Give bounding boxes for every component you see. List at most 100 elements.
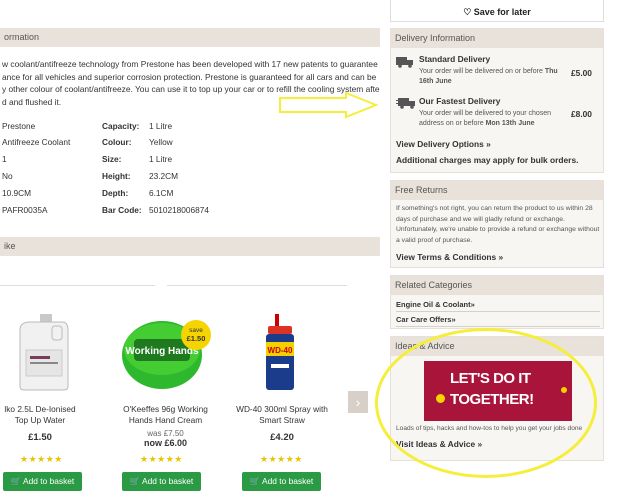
highlight-circle-annotation (375, 328, 597, 478)
spec-label: Colour: (102, 137, 132, 147)
save-badge-amount: £1.50 (187, 334, 206, 343)
fastest-delivery-desc-2: address on or before (419, 120, 484, 127)
returns-line: a valid proof of purchase. (396, 236, 473, 244)
product-rating: ★★★★★ (140, 454, 183, 464)
divider (396, 326, 600, 327)
spec-value: 10.9CM (2, 188, 32, 198)
carousel-divider (0, 285, 155, 286)
spec-row: No Height: 23.2CM (0, 167, 380, 183)
delivery-bar: Delivery Information (391, 29, 603, 48)
spec-label: Capacity: (102, 121, 140, 131)
returns-panel: Free Returns If something's not right, y… (390, 180, 604, 268)
save-for-later-button[interactable]: ♡ Save for later (390, 0, 604, 22)
spec-label: Size: (102, 154, 122, 164)
product-was-price: was £7.50 (147, 429, 184, 438)
description-line: w coolant/antifreeze technology from Pre… (2, 59, 378, 69)
spec-row: 10.9CM Depth: 6.1CM (0, 184, 380, 200)
spec-label: Bar Code: (102, 205, 142, 215)
product-image-working-hands[interactable]: Working Hands save £1.50 (120, 315, 212, 391)
heart-icon: ♡ (463, 7, 472, 17)
product-rating: ★★★★★ (20, 454, 63, 464)
can-label-text: WD-40 (268, 346, 293, 355)
product-now-price: now £6.00 (143, 438, 188, 448)
save-for-later-label: Save for later (473, 7, 531, 17)
returns-bar: Free Returns (391, 181, 603, 200)
product-image-water[interactable] (12, 312, 72, 392)
spec-row: PAFR0035A Bar Code: 5010218006874 (0, 201, 380, 217)
fastest-delivery-desc-1: Your order will be delivered to your cho… (419, 110, 552, 117)
product-name[interactable]: O'Keeffes 96g Working Hands Hand Cream (118, 404, 213, 426)
spec-row: 1 Size: 1 Litre (0, 150, 380, 166)
spec-value: 1 Litre (149, 121, 173, 131)
spec-value: PAFR0035A (2, 205, 48, 215)
product-information-title: ormation (4, 32, 40, 42)
product-name[interactable]: lko 2.5L De-Ionised Top Up Water (0, 404, 80, 426)
standard-delivery-desc: Your order will be delivered on or befor… (419, 68, 543, 75)
returns-line: Unfortunately, we're unable to provide a… (396, 226, 600, 233)
add-to-basket-button[interactable]: 🛒 Add to basket (3, 472, 82, 491)
standard-delivery-date: 16th June (419, 78, 452, 85)
description-line: ance for all vehicles and superior corro… (2, 71, 377, 82)
basket-icon: 🛒 (129, 476, 141, 486)
delivery-title: Delivery Information (395, 33, 476, 43)
product-price: £1.50 (28, 432, 52, 443)
truck-icon (396, 57, 413, 68)
carousel-divider (167, 285, 347, 286)
spec-row: Antifreeze Coolant Colour: Yellow (0, 133, 380, 149)
spec-value: 6.1CM (149, 188, 174, 198)
add-to-basket-button[interactable]: 🛒 Add to basket (242, 472, 321, 491)
add-to-basket-label: Add to basket (142, 476, 194, 486)
save-badge-text: save (189, 327, 203, 334)
returns-text: If something's not right, you can return… (396, 204, 602, 246)
product-name[interactable]: WD-40 300ml Spray with Smart Straw (232, 404, 332, 426)
terms-conditions-link[interactable]: View Terms & Conditions » (396, 252, 503, 262)
returns-title: Free Returns (395, 185, 448, 195)
related-categories-panel: Related Categories Engine Oil & Coolant»… (390, 275, 604, 329)
bulk-orders-note: Additional charges may apply for bulk or… (396, 155, 579, 165)
product-rating: ★★★★★ (260, 454, 303, 464)
divider (396, 311, 600, 312)
spec-label: Height: (102, 171, 131, 181)
returns-line: days of purchase and we will gladly refu… (396, 215, 565, 223)
spec-value: 1 Litre (149, 154, 173, 164)
related-item-car-care[interactable]: Car Care Offers» (396, 315, 456, 324)
spec-value: No (2, 171, 13, 181)
view-delivery-options-link[interactable]: View Delivery Options » (396, 139, 491, 149)
fastest-delivery-price: £8.00 (571, 109, 592, 119)
fast-truck-icon (396, 98, 415, 109)
product-card: lko 2.5L De-Ionised Top Up Water £1.50 (0, 404, 80, 443)
spec-value: 5010218006874 (149, 205, 209, 215)
arrow-annotation-icon (279, 92, 378, 119)
you-may-like-bar: ike (0, 237, 380, 256)
spec-label: Depth: (102, 188, 129, 198)
add-to-basket-label: Add to basket (23, 476, 75, 486)
related-bar: Related Categories (391, 276, 603, 295)
related-item-engine-oil[interactable]: Engine Oil & Coolant» (396, 300, 475, 309)
fastest-delivery-title: Our Fastest Delivery (419, 96, 501, 106)
returns-line: If something's not right, you can return… (396, 205, 593, 212)
related-title: Related Categories (395, 280, 473, 290)
product-information-bar: ormation (0, 28, 380, 47)
chevron-right-icon: › (355, 394, 361, 410)
basket-icon: 🛒 (10, 476, 22, 486)
basket-icon: 🛒 (249, 476, 261, 486)
spec-value: Prestone (2, 121, 36, 131)
left-column: ormation w coolant/antifreeze technology… (0, 0, 380, 500)
standard-delivery-day: Thu (544, 68, 558, 75)
you-may-like-title: ike (4, 241, 16, 251)
product-card: O'Keeffes 96g Working Hands Hand Cream w… (118, 404, 213, 448)
fastest-delivery-text: Your order will be delivered to your cho… (419, 109, 569, 129)
spec-value: Yellow (149, 137, 173, 147)
spec-value: 1 (2, 154, 7, 164)
product-card: WD-40 300ml Spray with Smart Straw £4.20 (232, 404, 332, 443)
spec-value: Antifreeze Coolant (2, 137, 71, 147)
standard-delivery-price: £5.00 (571, 68, 592, 78)
product-image-wd40[interactable]: WD-40 (255, 312, 305, 392)
spec-value: 23.2CM (149, 171, 179, 181)
product-price: £4.20 (270, 432, 294, 443)
add-to-basket-button[interactable]: 🛒 Add to basket (122, 472, 201, 491)
standard-delivery-title: Standard Delivery (419, 54, 491, 64)
standard-delivery-text: Your order will be delivered on or befor… (419, 67, 559, 87)
carousel-next-button[interactable]: › (348, 391, 368, 413)
fastest-delivery-date: Mon 13th June (485, 120, 535, 127)
